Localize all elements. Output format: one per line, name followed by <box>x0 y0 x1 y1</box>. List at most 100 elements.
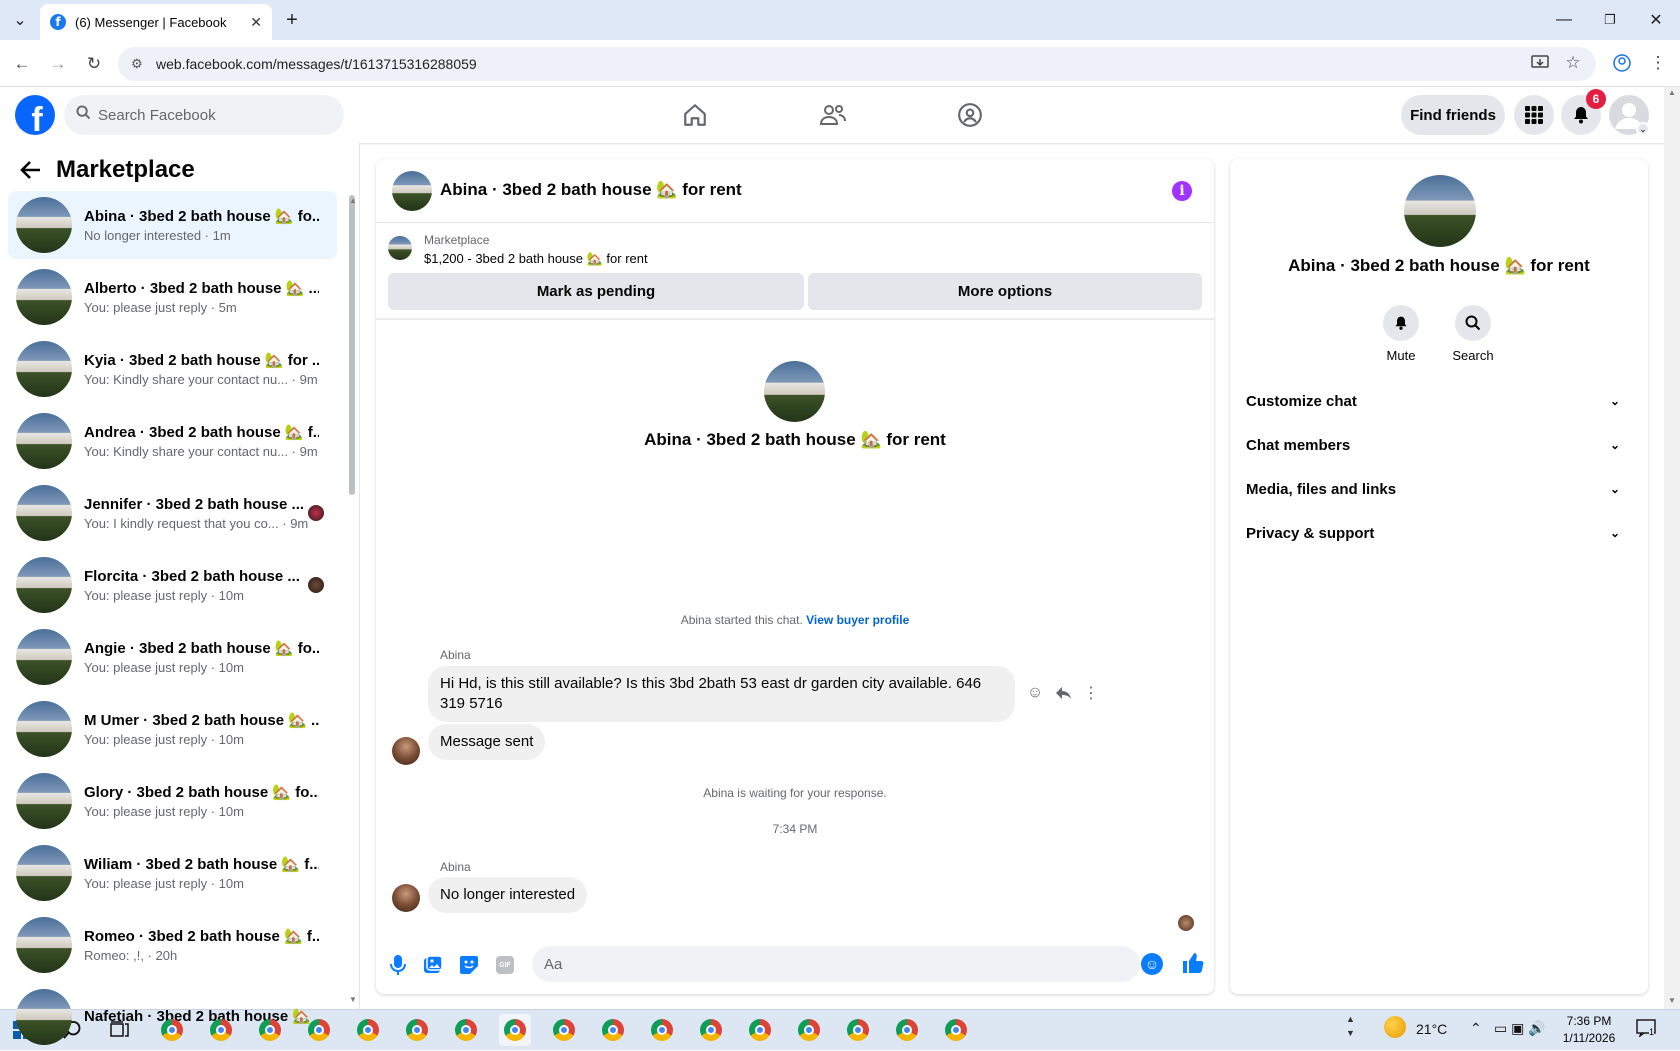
tray-icons[interactable]: ▭ ▣ 🔊 <box>1494 1020 1546 1037</box>
chrome-taskbar-icon[interactable] <box>548 1014 580 1046</box>
sender-avatar[interactable] <box>392 884 420 912</box>
message-bubble[interactable]: No longer interested <box>428 877 588 913</box>
profile-icon[interactable] <box>1610 51 1634 75</box>
minimize-icon[interactable]: — <box>1541 0 1587 40</box>
browser-menu-icon[interactable]: ⋮ <box>1646 51 1670 75</box>
page-scrollbar[interactable] <box>1664 87 1680 1009</box>
more-actions-icon[interactable]: ⋮ <box>1080 682 1102 704</box>
install-app-icon[interactable] <box>1528 51 1552 75</box>
clock[interactable]: 7:36 PM 1/11/2026 <box>1558 1013 1620 1047</box>
browser-tab[interactable]: f (6) Messenger | Facebook ✕ <box>40 4 272 40</box>
close-tab-icon[interactable]: ✕ <box>250 14 262 31</box>
conversation-avatar <box>16 341 72 397</box>
conversation-item[interactable]: M Umer · 3bed 2 bath house 🏡 ... You: ple… <box>8 695 337 763</box>
reply-icon[interactable] <box>1052 682 1074 704</box>
view-buyer-profile-link[interactable]: View buyer profile <box>806 613 909 627</box>
search-in-conversation-button[interactable]: Search <box>1443 305 1503 363</box>
conversation-item[interactable]: Abina · 3bed 2 bath house 🏡 fo... No long… <box>8 191 337 259</box>
photo-icon[interactable] <box>421 953 445 977</box>
chat-profile-avatar[interactable] <box>764 361 825 422</box>
chrome-taskbar-icon[interactable] <box>940 1014 972 1046</box>
details-avatar[interactable] <box>1404 175 1476 247</box>
details-section-row[interactable]: Chat members ⌄ <box>1246 428 1632 462</box>
chrome-taskbar-icon[interactable] <box>842 1014 874 1046</box>
find-friends-button[interactable]: Find friends <box>1401 95 1505 135</box>
more-options-button[interactable]: More options <box>808 273 1202 310</box>
mark-as-pending-button[interactable]: Mark as pending <box>388 273 804 310</box>
back-arrow-icon[interactable] <box>20 160 42 186</box>
conversation-item[interactable]: Jennifer · 3bed 2 bath house ... You: I k… <box>8 479 337 547</box>
chrome-taskbar-icon[interactable] <box>156 1014 188 1046</box>
conversation-item[interactable]: Florcita · 3bed 2 bath house ... You: ple… <box>8 551 337 619</box>
site-info-icon[interactable]: ⚙ <box>131 56 143 72</box>
chrome-taskbar-icon[interactable] <box>254 1014 286 1046</box>
bookmark-star-icon[interactable]: ☆ <box>1561 51 1585 75</box>
groups-icon[interactable] <box>953 98 987 132</box>
message-bubble[interactable]: Hi Hd, is this still available? Is this … <box>428 666 1015 722</box>
facebook-logo[interactable]: f <box>15 95 55 135</box>
details-name: Abina · 3bed 2 bath house 🏡 for rent <box>1288 256 1590 275</box>
conversation-item[interactable]: Glory · 3bed 2 bath house 🏡 fo... You: pl… <box>8 767 337 835</box>
react-emoji-icon[interactable]: ☺ <box>1024 682 1046 704</box>
chrome-taskbar-icon[interactable] <box>695 1014 727 1046</box>
details-section-row[interactable]: Customize chat ⌄ <box>1246 384 1632 418</box>
url-input[interactable]: ⚙ web.facebook.com/messages/t/1613715316… <box>118 47 1596 81</box>
chrome-taskbar-icon[interactable] <box>303 1014 335 1046</box>
chrome-taskbar-icon[interactable] <box>205 1014 237 1046</box>
listing-thumbnail[interactable] <box>388 236 412 260</box>
tray-overflow-icon[interactable]: ⌃ <box>1470 1020 1482 1037</box>
emoji-icon[interactable]: ☺ <box>1141 953 1163 975</box>
scroll-up-icon[interactable]: ▲ <box>349 196 357 205</box>
chat-title[interactable]: Abina · 3bed 2 bath house 🏡 for rent <box>440 180 742 200</box>
chrome-taskbar-icon[interactable] <box>793 1014 825 1046</box>
details-section-row[interactable]: Media, files and links ⌄ <box>1246 472 1632 506</box>
chrome-taskbar-icon[interactable] <box>744 1014 776 1046</box>
chrome-taskbar-icon[interactable] <box>401 1014 433 1046</box>
mute-button[interactable]: Mute <box>1371 305 1431 363</box>
weather-temp[interactable]: 21°C <box>1416 1021 1447 1037</box>
conversation-item[interactable]: Wiliam · 3bed 2 bath house 🏡 f... You: pl… <box>8 839 337 907</box>
conversation-avatar <box>16 917 72 973</box>
details-section-row[interactable]: Privacy & support ⌄ <box>1246 516 1632 550</box>
new-tab-icon[interactable]: + <box>268 0 316 40</box>
tab-search-icon[interactable]: ⌄ <box>2 0 38 40</box>
chrome-taskbar-icon[interactable] <box>891 1014 923 1046</box>
reload-icon[interactable]: ↻ <box>82 52 106 76</box>
sidebar-scrollbar[interactable] <box>349 195 355 495</box>
home-icon[interactable] <box>678 98 712 132</box>
restore-icon[interactable]: ❐ <box>1587 0 1633 40</box>
chrome-taskbar-icon[interactable] <box>597 1014 629 1046</box>
gif-icon[interactable]: GIF <box>493 953 517 977</box>
conversation-item[interactable]: Andrea · 3bed 2 bath house 🏡 f... You: Ki… <box>8 407 337 475</box>
notification-center-icon[interactable]: 1 <box>1636 1019 1658 1039</box>
sender-avatar[interactable] <box>392 737 420 765</box>
friends-icon[interactable] <box>816 98 850 132</box>
account-chevron-icon[interactable]: ⌄ <box>1636 122 1650 136</box>
thumbs-up-icon[interactable] <box>1180 950 1206 976</box>
scroll-down-icon[interactable]: ▼ <box>349 995 357 1004</box>
chrome-taskbar-icon[interactable] <box>352 1014 384 1046</box>
conversation-item[interactable]: Kyia · 3bed 2 bath house 🏡 for ... You: K… <box>8 335 337 403</box>
back-icon[interactable]: ← <box>10 52 34 76</box>
chrome-taskbar-icon[interactable] <box>646 1014 678 1046</box>
chat-header-avatar[interactable] <box>392 171 432 211</box>
message-bubble[interactable]: Message sent <box>428 724 546 760</box>
page-scroll-down-icon[interactable]: ▼ <box>1668 996 1676 1005</box>
listing-title[interactable]: $1,200 - 3bed 2 bath house 🏡 for rent <box>424 251 648 267</box>
conversation-item[interactable]: Angie · 3bed 2 bath house 🏡 fo... You: pl… <box>8 623 337 691</box>
page-scroll-up-icon[interactable]: ▲ <box>1668 88 1676 97</box>
close-window-icon[interactable]: ✕ <box>1633 0 1679 40</box>
microphone-icon[interactable] <box>386 953 410 977</box>
weather-moon-icon[interactable] <box>1384 1016 1406 1038</box>
chrome-taskbar-icon[interactable] <box>499 1014 531 1046</box>
message-input[interactable]: Aa <box>532 946 1140 982</box>
sticker-icon[interactable] <box>457 953 481 977</box>
conversation-item[interactable]: Romeo · 3bed 2 bath house 🏡 f... Romeo: ,… <box>8 911 337 979</box>
menu-grid-icon[interactable] <box>1514 95 1554 135</box>
taskbar-overflow-arrows[interactable]: ▲ ▼ <box>1346 1012 1355 1040</box>
info-icon[interactable]: i <box>1172 181 1192 201</box>
forward-icon[interactable]: → <box>46 52 70 76</box>
chrome-taskbar-icon[interactable] <box>450 1014 482 1046</box>
facebook-search-input[interactable]: Search Facebook <box>64 95 344 135</box>
conversation-item[interactable]: Alberto · 3bed 2 bath house 🏡 ... You: pl… <box>8 263 337 331</box>
